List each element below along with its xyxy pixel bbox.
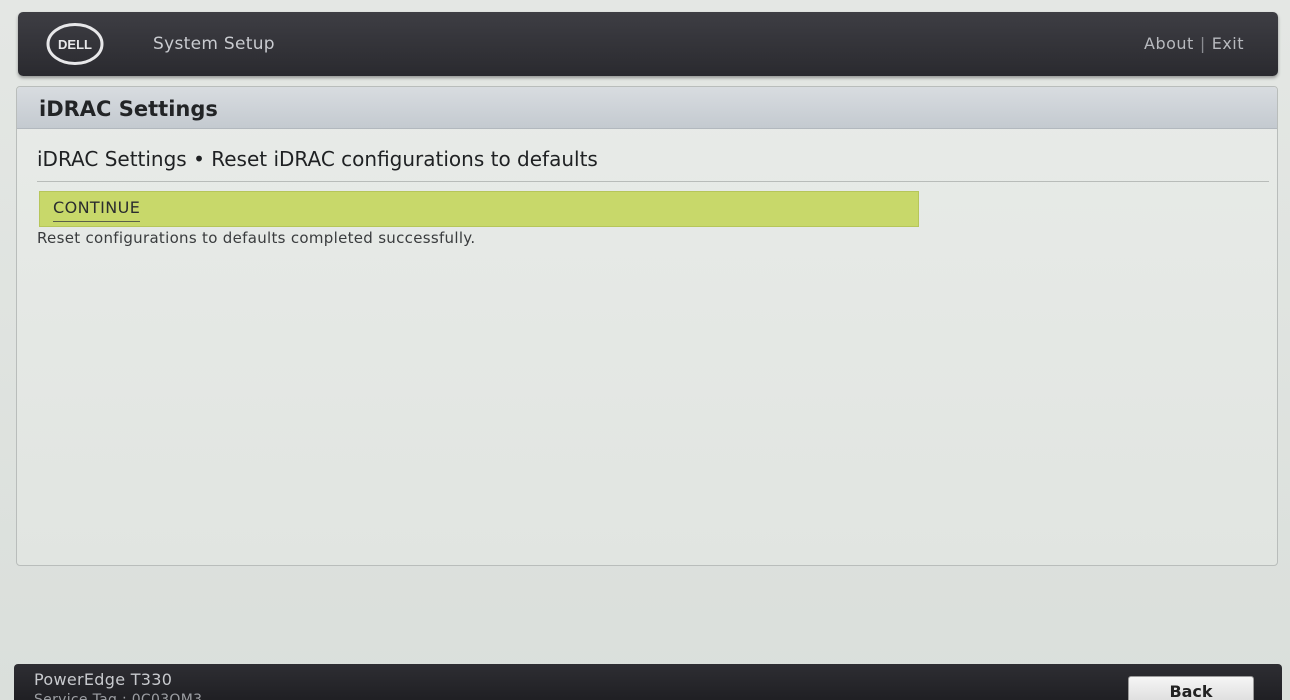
footer-bar: PowerEdge T330 Service Tag : 0C03OM3 Bac…: [14, 664, 1282, 700]
status-message: Reset configurations to defaults complet…: [37, 229, 476, 247]
about-link[interactable]: About: [1144, 34, 1194, 53]
model-name: PowerEdge T330: [34, 670, 173, 689]
divider: [37, 181, 1269, 182]
breadcrumb: iDRAC Settings • Reset iDRAC configurati…: [37, 147, 598, 171]
svg-text:DELL: DELL: [58, 37, 92, 52]
exit-link[interactable]: Exit: [1212, 34, 1244, 53]
app-title: System Setup: [153, 34, 275, 54]
top-links: About | Exit: [1144, 34, 1244, 53]
system-setup-screen: DELL System Setup About | Exit iDRAC Setti…: [0, 0, 1290, 700]
back-button[interactable]: Back: [1128, 676, 1254, 700]
page-title: iDRAC Settings: [39, 97, 218, 121]
link-separator: |: [1199, 34, 1206, 53]
service-tag: Service Tag : 0C03OM3: [34, 692, 203, 700]
dell-logo-icon: DELL: [46, 23, 104, 65]
continue-row[interactable]: CONTINUE: [39, 191, 919, 227]
continue-button[interactable]: CONTINUE: [53, 198, 141, 222]
top-bar: DELL System Setup About | Exit: [18, 12, 1278, 76]
panel-header: iDRAC Settings: [17, 87, 1277, 129]
settings-panel: iDRAC Settings iDRAC Settings • Reset iD…: [16, 86, 1278, 566]
